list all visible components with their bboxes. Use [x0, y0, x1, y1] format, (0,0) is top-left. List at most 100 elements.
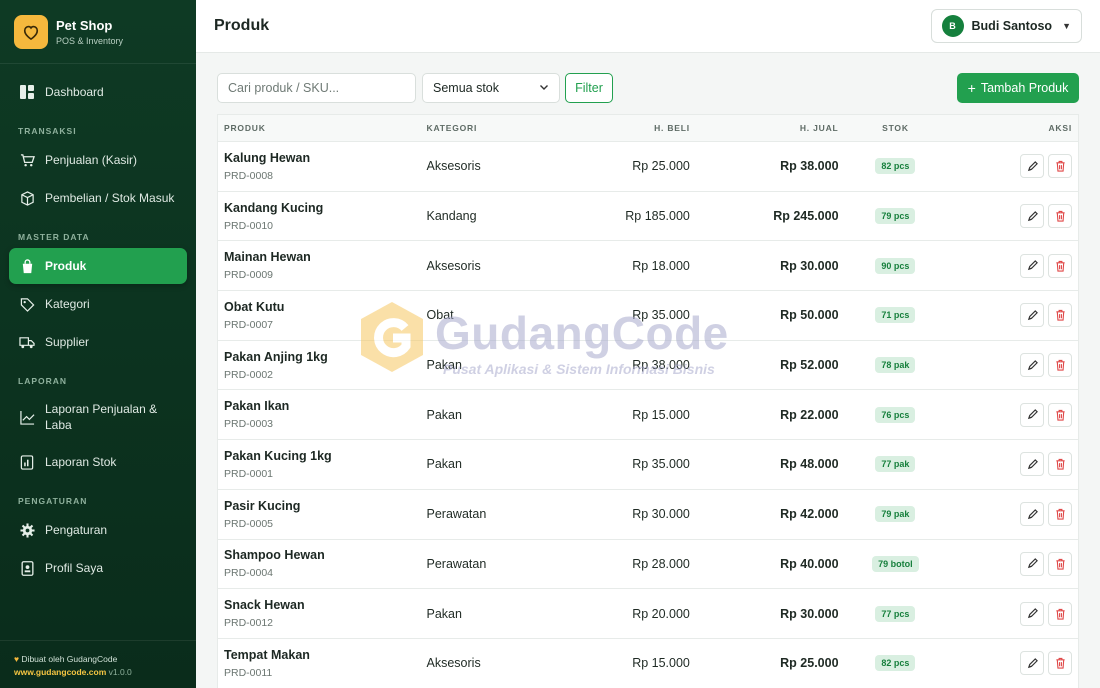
product-name[interactable]: Pakan Ikan [224, 399, 427, 413]
stock-badge: 78 pak [875, 357, 916, 374]
sell-price-cell: Rp 50.000 [780, 308, 839, 323]
delete-button[interactable] [1048, 253, 1072, 278]
delete-button[interactable] [1048, 601, 1072, 626]
trash-icon [1055, 459, 1065, 471]
sidebar-item-label: Pembelian / Stok Masuk [45, 191, 175, 205]
product-cell: Pakan Kucing 1kg PRD-0001 [218, 449, 427, 480]
delete-button[interactable] [1048, 502, 1072, 527]
product-name[interactable]: Mainan Hewan [224, 250, 427, 264]
stock-cell: 79 pcs [839, 208, 939, 225]
product-name[interactable]: Obat Kutu [224, 300, 427, 314]
actions-cell [938, 303, 1078, 328]
sidebar-item-profil[interactable]: Profil Saya [9, 550, 187, 586]
edit-button[interactable] [1020, 551, 1044, 576]
stock-badge: 77 pak [875, 456, 916, 473]
edit-button[interactable] [1020, 353, 1044, 378]
product-cell: Pakan Ikan PRD-0003 [218, 399, 427, 430]
col-harga-jual[interactable]: H. JUAL [690, 123, 839, 133]
edit-button[interactable] [1020, 502, 1044, 527]
sidebar-item-produk[interactable]: Produk [9, 248, 187, 284]
trash-icon [1055, 608, 1065, 620]
product-name[interactable]: Pakan Anjing 1kg [224, 350, 427, 364]
delete-button[interactable] [1048, 204, 1072, 229]
footer-link[interactable]: www.gudangcode.com [14, 667, 106, 677]
category-cell: Pakan [426, 407, 462, 422]
search-input[interactable] [217, 73, 416, 103]
table-body: Kalung Hewan PRD-0008 Aksesoris Rp 25.000 Rp… [218, 142, 1078, 688]
sidebar-item-dashboard[interactable]: Dashboard [9, 74, 187, 110]
col-produk[interactable]: PRODUK [218, 123, 427, 133]
sidebar-item-penjualan[interactable]: Penjualan (Kasir) [9, 142, 187, 178]
edit-button[interactable] [1020, 402, 1044, 427]
category-cell: Pakan [426, 358, 462, 373]
delete-button[interactable] [1048, 402, 1072, 427]
sidebar-item-laporan-penjualan[interactable]: Laporan Penjualan & Laba [9, 392, 187, 442]
delete-button[interactable] [1048, 551, 1072, 576]
filter-button[interactable]: Filter [565, 73, 613, 103]
product-sku: PRD-0008 [224, 169, 274, 182]
brand[interactable]: Pet Shop POS & Inventory [0, 0, 196, 64]
cart-icon [19, 152, 35, 168]
trash-icon [1055, 210, 1065, 222]
sidebar-footer: ♥ Dibuat oleh GudangCode www.gudangcode.… [0, 640, 196, 688]
product-name[interactable]: Tempat Makan [224, 648, 427, 662]
delete-button[interactable] [1048, 353, 1072, 378]
section-transaksi: TRANSAKSI [18, 126, 77, 136]
sell-price-cell: Rp 25.000 [780, 656, 839, 671]
caret-down-icon: ▼ [1062, 21, 1071, 31]
sell-price-cell: Rp 40.000 [780, 556, 839, 571]
col-harga-beli[interactable]: H. BELI [576, 123, 690, 133]
table-row: Mainan Hewan PRD-0009 Aksesoris Rp 18.000 Rp… [218, 241, 1078, 292]
product-name[interactable]: Snack Hewan [224, 598, 427, 612]
edit-button[interactable] [1020, 154, 1044, 179]
sidebar-item-pembelian[interactable]: Pembelian / Stok Masuk [9, 180, 187, 216]
sell-price-cell: Rp 48.000 [780, 457, 839, 472]
product-sku: PRD-0012 [224, 617, 274, 630]
delete-button[interactable] [1048, 154, 1072, 179]
heart-icon: ♥ [14, 654, 20, 664]
toolbar: Semua stok Filter + Tambah Produk [217, 73, 1079, 103]
product-name[interactable]: Pakan Kucing 1kg [224, 449, 427, 463]
add-product-button[interactable]: + Tambah Produk [957, 73, 1079, 103]
actions-cell [938, 204, 1078, 229]
edit-button[interactable] [1020, 303, 1044, 328]
user-menu-button[interactable]: B Budi Santoso ▼ [930, 9, 1082, 43]
buy-price-cell: Rp 15.000 [632, 407, 690, 422]
actions-cell [938, 353, 1078, 378]
sidebar-item-laporan-stok[interactable]: Laporan Stok [9, 444, 187, 480]
product-name[interactable]: Kandang Kucing [224, 201, 427, 215]
sidebar-item-supplier[interactable]: Supplier [9, 324, 187, 360]
delete-button[interactable] [1048, 303, 1072, 328]
section-laporan: LAPORAN [18, 376, 68, 386]
product-name[interactable]: Kalung Hewan [224, 151, 427, 165]
delete-button[interactable] [1048, 452, 1072, 477]
edit-button[interactable] [1020, 452, 1044, 477]
table-row: Pasir Kucing PRD-0005 Perawatan Rp 30.000 Rp… [218, 490, 1078, 540]
sidebar-item-pengaturan[interactable]: Pengaturan [9, 512, 187, 548]
sidebar-item-kategori[interactable]: Kategori [9, 286, 187, 322]
product-name[interactable]: Shampoo Hewan [224, 548, 427, 562]
edit-button[interactable] [1020, 651, 1044, 676]
stock-cell: 76 pcs [839, 406, 939, 423]
product-sku: PRD-0010 [224, 219, 274, 232]
col-stok[interactable]: STOK [839, 123, 939, 133]
edit-button[interactable] [1020, 601, 1044, 626]
pencil-icon [1027, 409, 1038, 420]
sell-price-cell: Rp 52.000 [780, 358, 839, 373]
edit-button[interactable] [1020, 253, 1044, 278]
product-name[interactable]: Pasir Kucing [224, 499, 427, 513]
delete-button[interactable] [1048, 651, 1072, 676]
buy-price-cell: Rp 15.000 [632, 656, 690, 671]
trash-icon [1055, 310, 1065, 321]
profile-icon [19, 560, 35, 576]
actions-cell [938, 253, 1078, 278]
product-cell: Kandang Kucing PRD-0010 [218, 201, 427, 232]
section-master-data: MASTER DATA [18, 232, 90, 242]
stock-filter-select[interactable]: Semua stok [422, 73, 560, 103]
col-kategori[interactable]: KATEGORI [427, 123, 577, 133]
edit-button[interactable] [1020, 204, 1044, 229]
table-row: Kalung Hewan PRD-0008 Aksesoris Rp 25.000 Rp… [218, 142, 1078, 192]
truck-icon [19, 334, 35, 350]
product-sku: PRD-0002 [224, 368, 274, 381]
product-cell: Snack Hewan PRD-0012 [218, 598, 427, 629]
